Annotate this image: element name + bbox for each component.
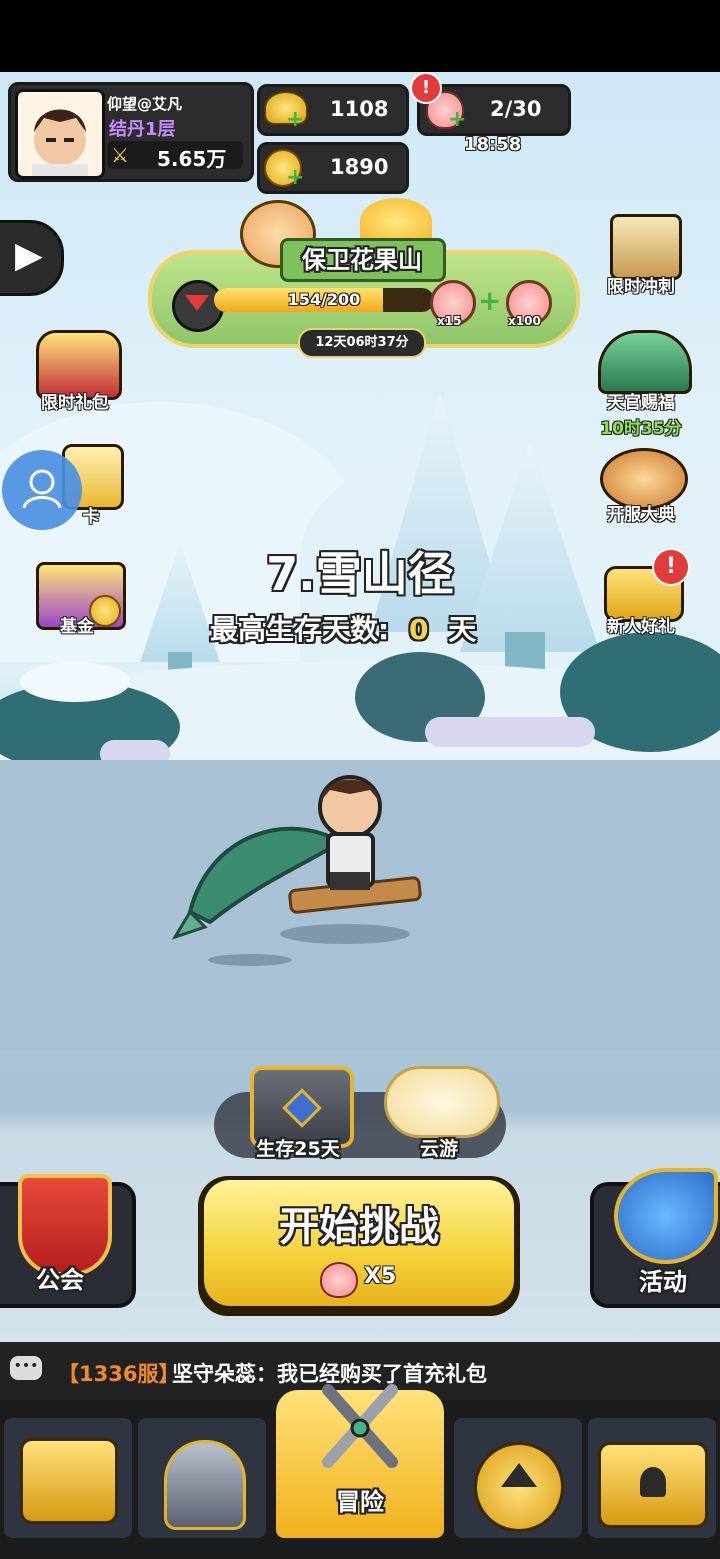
survive-chest-label: 生存25天 bbox=[256, 1138, 340, 1160]
gold-counter[interactable]: + 1108 bbox=[257, 84, 409, 136]
best-survival-label: 最高生存天数: bbox=[210, 613, 390, 646]
player-name: 仰望@艾凡 bbox=[107, 95, 183, 113]
expand-button[interactable]: ▶ bbox=[0, 220, 64, 296]
stamina-value: 2/30 bbox=[490, 97, 542, 121]
nav-tab-upgrade[interactable] bbox=[454, 1418, 582, 1538]
nav-tab-equipment[interactable] bbox=[138, 1418, 266, 1538]
snow bbox=[20, 662, 130, 702]
best-survival-unit: 天 bbox=[448, 613, 477, 646]
peach-icon bbox=[320, 1262, 358, 1298]
cloud-icon[interactable] bbox=[384, 1066, 500, 1138]
add-gold-icon[interactable]: + bbox=[286, 107, 304, 132]
event-title: 保卫花果山 bbox=[302, 246, 422, 274]
fan-icon[interactable] bbox=[598, 330, 692, 394]
assistant-float-button[interactable] bbox=[2, 450, 82, 530]
cloud-travel-label: 云游 bbox=[419, 1138, 458, 1160]
limited-sprint-label: 限时冲刺 bbox=[607, 277, 675, 297]
user-icon bbox=[22, 469, 62, 509]
shop-icon bbox=[20, 1438, 118, 1524]
alert-badge: ! bbox=[410, 72, 442, 104]
reward1-count: x15 bbox=[437, 314, 462, 328]
gem-icon bbox=[282, 1088, 322, 1128]
avatar[interactable] bbox=[15, 89, 105, 179]
sword-icon: ⚔ bbox=[111, 143, 129, 167]
guild-label: 公会 bbox=[36, 1266, 84, 1294]
hero-character bbox=[171, 775, 422, 966]
limited-gift-label: 限时礼包 bbox=[41, 393, 109, 413]
lock-icon bbox=[640, 1467, 666, 1497]
upgrade-arrow-icon bbox=[474, 1442, 564, 1532]
alert-badge: ! bbox=[652, 548, 690, 586]
coin-value: 1890 bbox=[330, 155, 389, 179]
event-progress-text: 154/200 bbox=[287, 290, 361, 309]
start-label: 开始挑战 bbox=[279, 1204, 439, 1250]
player-card[interactable]: 仰望@艾凡 结丹1层 ⚔ 5.65万 bbox=[8, 82, 254, 182]
chat-server: 【1336服】 bbox=[58, 1362, 180, 1386]
reward2-count: x100 bbox=[508, 314, 541, 328]
add-coin-icon[interactable]: + bbox=[286, 165, 304, 190]
crossed-swords-icon bbox=[320, 1384, 400, 1474]
player-realm: 结丹1层 bbox=[109, 119, 176, 140]
activity-label: 活动 bbox=[639, 1268, 687, 1296]
chat-bubble-icon: ••• bbox=[10, 1356, 42, 1380]
nav-tab-shop[interactable] bbox=[4, 1418, 132, 1538]
server-open-label: 开服大典 bbox=[607, 505, 675, 525]
fund-label: 基金 bbox=[60, 617, 94, 637]
plus-icon: + bbox=[478, 284, 502, 317]
power-value: 5.65万 bbox=[157, 147, 227, 171]
event-countdown: 12天06时37分 bbox=[315, 335, 409, 350]
start-challenge-button[interactable]: 开始挑战 X5 bbox=[204, 1180, 514, 1306]
hourglass-icon[interactable] bbox=[610, 214, 682, 280]
event-countdown-pill: 12天06时37分 bbox=[298, 328, 426, 358]
gold-value: 1108 bbox=[330, 97, 389, 121]
tianguan-timer: 10时35分 bbox=[600, 419, 682, 439]
horn-icon bbox=[614, 1168, 718, 1264]
power-bar: ⚔ 5.65万 bbox=[107, 141, 243, 171]
coin-counter[interactable]: + 1890 bbox=[257, 142, 409, 194]
best-survival-value: 0 bbox=[408, 613, 429, 646]
nav-tab-treasure[interactable] bbox=[588, 1418, 716, 1538]
status-bar bbox=[0, 0, 720, 72]
helmet-icon bbox=[164, 1440, 246, 1530]
add-stamina-icon[interactable]: + bbox=[448, 107, 466, 132]
play-icon: ▶ bbox=[15, 235, 43, 276]
adventure-label: 冒险 bbox=[336, 1488, 384, 1516]
bottom-nav: 冒险 bbox=[0, 1384, 720, 1559]
best-survival: 最高生存天数: 0 天 bbox=[210, 608, 476, 648]
treasure-chest-icon bbox=[598, 1442, 708, 1528]
stamina-timer: 18:58 bbox=[464, 134, 522, 155]
tianguan-label: 天官赐福 bbox=[607, 393, 675, 413]
start-cost: X5 bbox=[364, 1264, 397, 1289]
nav-tab-adventure[interactable]: 冒险 bbox=[276, 1384, 444, 1538]
event-progress-bar: 154/200 bbox=[214, 288, 434, 312]
snow-ledge bbox=[425, 717, 595, 747]
newbie-gift-label: 新人好礼 bbox=[607, 617, 675, 637]
